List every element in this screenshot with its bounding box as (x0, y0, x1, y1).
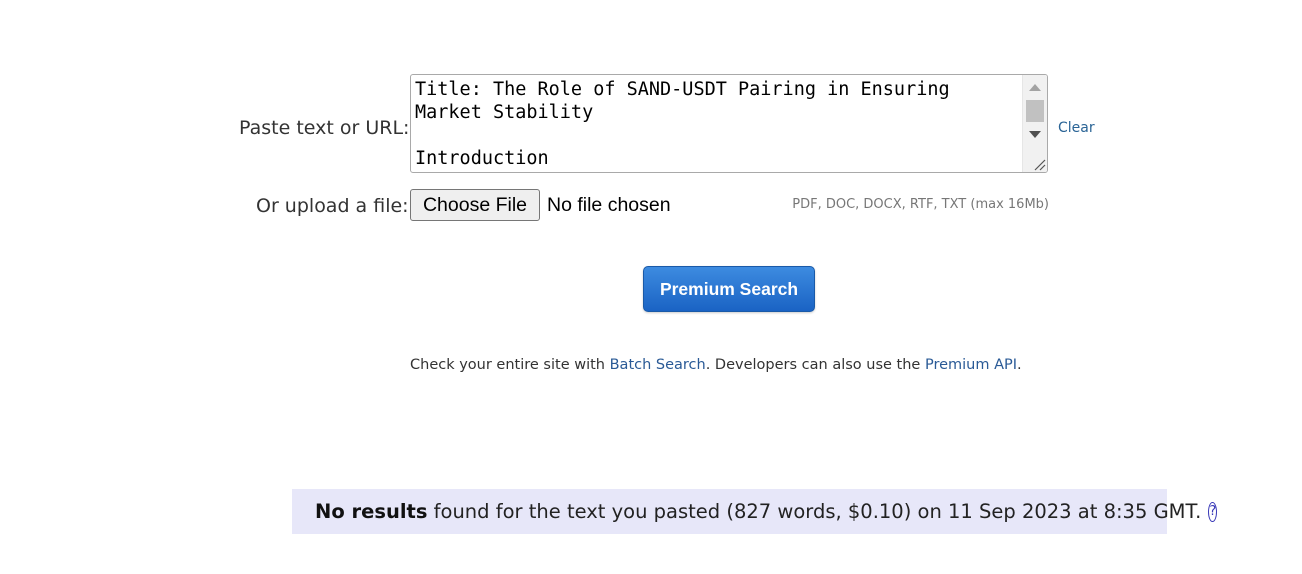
file-types-hint: PDF, DOC, DOCX, RTF, TXT (max 16Mb) (792, 197, 1049, 212)
promo-prefix: Check your entire site with (410, 357, 610, 373)
choose-file-button[interactable]: Choose File (410, 189, 540, 221)
promo-line: Check your entire site with Batch Search… (410, 357, 1022, 373)
promo-suffix: . (1017, 357, 1022, 373)
file-status-text: No file chosen (547, 194, 671, 216)
scroll-thumb[interactable] (1026, 100, 1044, 122)
paste-label: Paste text or URL: (239, 117, 410, 139)
upload-label: Or upload a file: (256, 195, 409, 217)
textarea-content[interactable]: Title: The Role of SAND-USDT Pairing in … (415, 78, 1027, 170)
clear-link[interactable]: Clear (1058, 120, 1095, 136)
scroll-down-arrow-icon[interactable] (1029, 131, 1041, 138)
scroll-up-arrow-icon[interactable] (1029, 84, 1041, 91)
result-banner: No results found for the text you pasted… (292, 489, 1218, 534)
result-details: found for the text you pasted (827 words… (427, 500, 1202, 523)
text-input-area[interactable]: Title: The Role of SAND-USDT Pairing in … (410, 74, 1048, 173)
premium-search-button[interactable]: Premium Search (643, 266, 815, 312)
question-circle-icon[interactable]: ? (1208, 501, 1218, 522)
promo-middle: . Developers can also use the (705, 357, 925, 373)
result-status: No results (315, 500, 428, 523)
premium-api-link[interactable]: Premium API (925, 357, 1017, 373)
search-form-page: Paste text or URL: Title: The Role of SA… (0, 0, 1302, 574)
batch-search-link[interactable]: Batch Search (610, 357, 706, 373)
resize-grip-icon[interactable] (1032, 157, 1046, 171)
